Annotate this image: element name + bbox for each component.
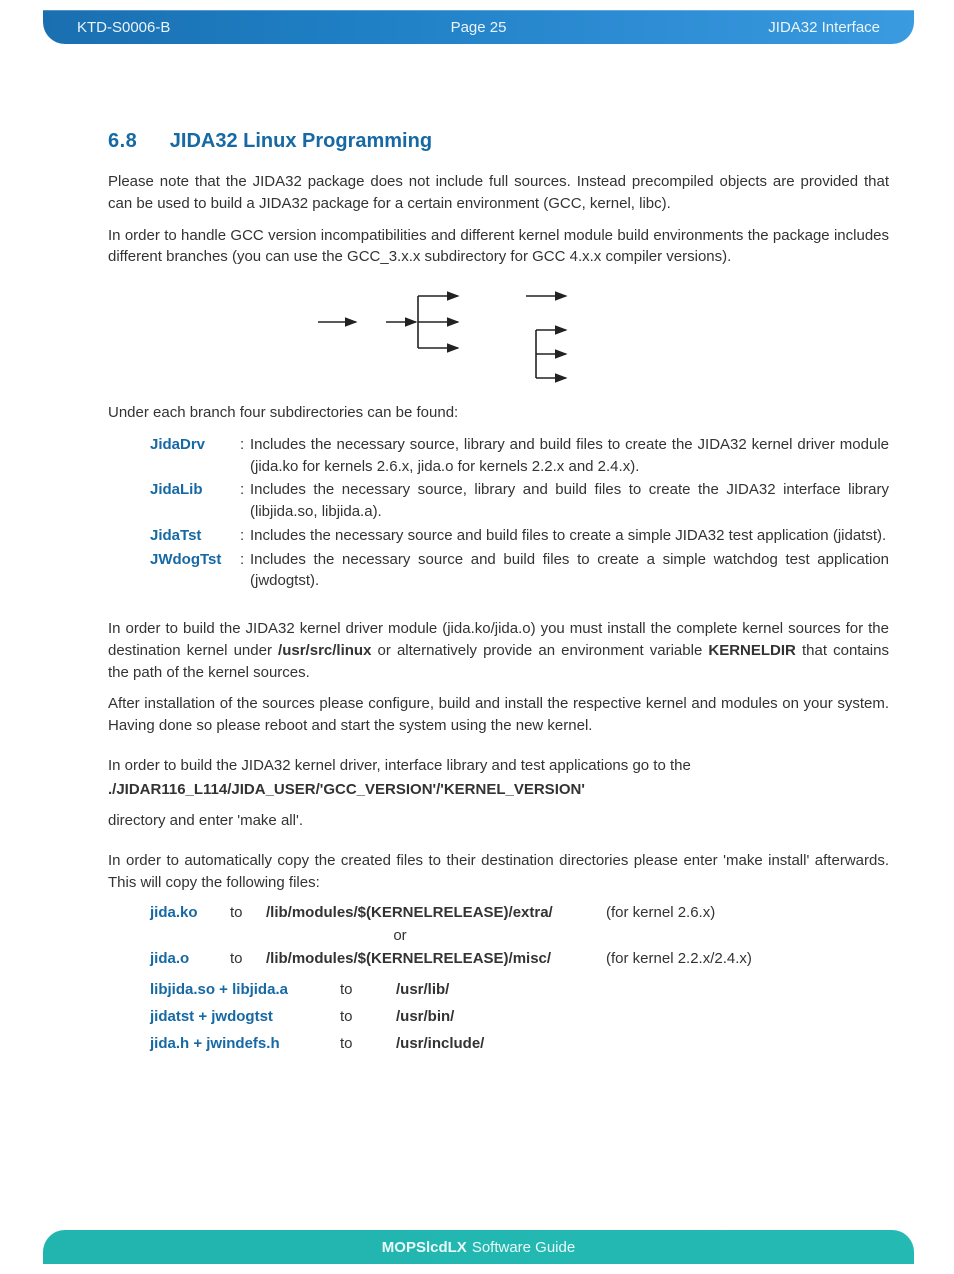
install-file: jida.ko xyxy=(150,904,230,921)
install-dest: /usr/bin/ xyxy=(396,1008,454,1025)
install-files: jidatst + jwdogtst xyxy=(150,1008,340,1025)
subdir-desc: Includes the necessary source, library a… xyxy=(250,434,889,478)
subdir-name: JidaLib xyxy=(150,479,240,523)
kernel-para-1: In order to build the JIDA32 kernel driv… xyxy=(108,618,889,683)
header-page: Page 25 xyxy=(345,19,613,36)
subdir-desc: Includes the necessary source, library a… xyxy=(250,479,889,523)
subdir-intro: Under each branch four subdirectories ca… xyxy=(108,402,889,424)
subdir-desc: Includes the necessary source and build … xyxy=(250,549,889,593)
page-footer: MOPSlcdLX Software Guide xyxy=(43,1230,914,1264)
install-to: to xyxy=(340,1035,396,1052)
subdir-row: JidaLib:Includes the necessary source, l… xyxy=(108,479,889,523)
install-row: jidatst + jwdogtstto/usr/bin/ xyxy=(108,1008,889,1025)
kernel-para-1c: or alternatively provide an environment … xyxy=(371,642,708,659)
install-files: jida.h + jwindefs.h xyxy=(150,1035,340,1052)
install-to: to xyxy=(340,1008,396,1025)
install-row: libjida.so + libjida.ato/usr/lib/ xyxy=(108,981,889,998)
kernel-src-path: /usr/src/linux xyxy=(278,642,371,659)
page-header: KTD-S0006-B Page 25 JIDA32 Interface xyxy=(43,10,914,44)
install-table: jida.koto/lib/modules/$(KERNELRELEASE)/e… xyxy=(108,904,889,1052)
subdir-name: JidaTst xyxy=(150,525,240,547)
install-dest: /usr/include/ xyxy=(396,1035,484,1052)
header-doc-id: KTD-S0006-B xyxy=(77,19,345,36)
subdir-row: JidaDrv:Includes the necessary source, l… xyxy=(108,434,889,478)
build-path: ./JIDAR116_L114/JIDA_USER/'GCC_VERSION'/… xyxy=(108,779,889,801)
subdir-row: JidaTst:Includes the necessary source an… xyxy=(108,525,889,547)
install-note: (for kernel 2.6.x) xyxy=(606,904,715,921)
install-row: jida.koto/lib/modules/$(KERNELRELEASE)/e… xyxy=(108,904,889,921)
install-files: libjida.so + libjida.a xyxy=(150,981,340,998)
subdir-name: JWdogTst xyxy=(150,549,240,593)
install-to: to xyxy=(230,904,266,921)
install-row: jida.oto/lib/modules/$(KERNELRELEASE)/mi… xyxy=(108,950,889,967)
install-dest: /usr/lib/ xyxy=(396,981,449,998)
kernel-env-var: KERNELDIR xyxy=(708,642,796,659)
subdir-desc: Includes the necessary source and build … xyxy=(250,525,889,547)
install-to: to xyxy=(230,950,266,967)
subdir-list: JidaDrv:Includes the necessary source, l… xyxy=(108,434,889,592)
build-intro: In order to build the JIDA32 kernel driv… xyxy=(108,755,889,777)
install-or: or xyxy=(150,927,650,944)
subdir-name: JidaDrv xyxy=(150,434,240,478)
intro-para-1b: In order to handle GCC version incompati… xyxy=(108,225,889,269)
branch-diagram xyxy=(108,278,889,388)
tree-arrows-icon xyxy=(308,278,668,388)
subdir-colon: : xyxy=(240,479,250,523)
subdir-colon: : xyxy=(240,549,250,593)
install-intro: In order to automatically copy the creat… xyxy=(108,850,889,894)
intro-para-1: Please note that the JIDA32 package does… xyxy=(108,171,889,215)
section-title: JIDA32 Linux Programming xyxy=(170,130,432,152)
footer-product: MOPSlcdLX xyxy=(382,1239,467,1256)
footer-suffix: Software Guide xyxy=(472,1239,575,1256)
header-section: JIDA32 Interface xyxy=(612,19,880,36)
install-row: jida.h + jwindefs.hto/usr/include/ xyxy=(108,1035,889,1052)
subdir-row: JWdogTst:Includes the necessary source a… xyxy=(108,549,889,593)
subdir-colon: : xyxy=(240,525,250,547)
install-note: (for kernel 2.2.x/2.4.x) xyxy=(606,950,752,967)
subdir-colon: : xyxy=(240,434,250,478)
install-file: jida.o xyxy=(150,950,230,967)
section-heading: 6.8 JIDA32 Linux Programming xyxy=(108,130,889,153)
build-after: directory and enter 'make all'. xyxy=(108,810,889,832)
kernel-para-2: After installation of the sources please… xyxy=(108,693,889,737)
install-dest: /lib/modules/$(KERNELRELEASE)/extra/ xyxy=(266,904,606,921)
page-body: 6.8 JIDA32 Linux Programming Please note… xyxy=(108,130,889,1062)
install-dest: /lib/modules/$(KERNELRELEASE)/misc/ xyxy=(266,950,606,967)
install-to: to xyxy=(340,981,396,998)
section-number: 6.8 xyxy=(108,130,137,152)
